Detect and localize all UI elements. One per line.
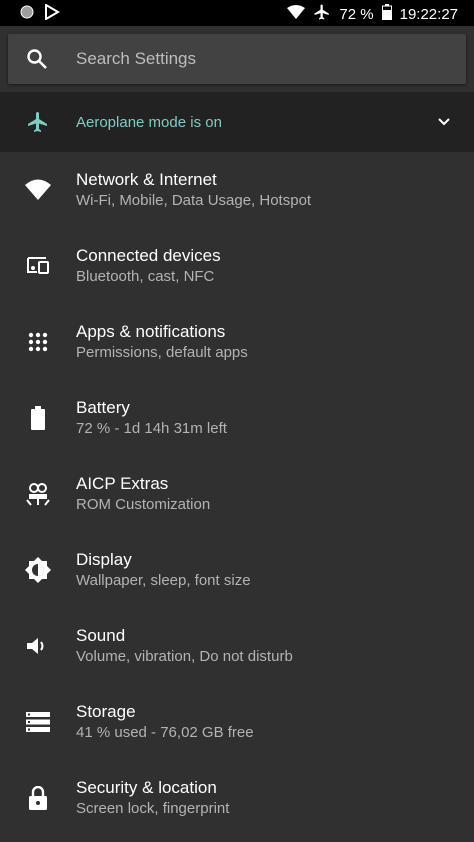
item-title: Display [76, 550, 132, 569]
apps-grid-icon [0, 332, 76, 352]
settings-item-security[interactable]: Security & location Screen lock, fingerp… [0, 760, 474, 836]
item-subtitle: 41 % used - 76,02 GB free [76, 724, 254, 741]
settings-list: Network & Internet Wi-Fi, Mobile, Data U… [0, 152, 474, 836]
item-subtitle: Permissions, default apps [76, 344, 248, 361]
item-subtitle: Wallpaper, sleep, font size [76, 572, 251, 589]
battery-status-icon [381, 4, 392, 24]
settings-item-storage[interactable]: Storage 41 % used - 76,02 GB free [0, 684, 474, 760]
airplane-mode-card[interactable]: Aeroplane mode is on [0, 92, 474, 152]
battery-icon [0, 406, 76, 430]
clock: 19:22:27 [399, 5, 458, 23]
item-subtitle: Bluetooth, cast, NFC [76, 268, 215, 285]
settings-item-display[interactable]: Display Wallpaper, sleep, font size [0, 532, 474, 608]
item-title: Battery [76, 398, 130, 417]
settings-item-battery[interactable]: Battery 72 % - 1d 14h 31m left [0, 380, 474, 456]
search-icon [8, 47, 66, 71]
item-title: Network & Internet [76, 170, 217, 189]
item-subtitle: Volume, vibration, Do not disturb [76, 648, 293, 665]
wifi-status-icon [287, 5, 306, 23]
record-icon [20, 5, 34, 24]
aicp-icon [0, 482, 76, 506]
item-title: Storage [76, 702, 136, 721]
settings-item-connected-devices[interactable]: Connected devices Bluetooth, cast, NFC [0, 228, 474, 304]
settings-item-aicp-extras[interactable]: AICP Extras ROM Customization [0, 456, 474, 532]
item-subtitle: Wi-Fi, Mobile, Data Usage, Hotspot [76, 192, 312, 209]
search-placeholder[interactable]: Search Settings [76, 49, 196, 69]
item-subtitle: ROM Customization [76, 496, 211, 513]
battery-percent: 72 % [339, 5, 374, 23]
settings-item-sound[interactable]: Sound Volume, vibration, Do not disturb [0, 608, 474, 684]
brightness-icon [0, 557, 76, 583]
devices-icon [0, 255, 76, 277]
item-title: Apps & notifications [76, 322, 226, 341]
status-bar: 72 % 19:22:27 [0, 0, 474, 26]
storage-icon [0, 712, 76, 732]
search-bar[interactable]: Search Settings [8, 34, 466, 84]
settings-item-apps[interactable]: Apps & notifications Permissions, defaul… [0, 304, 474, 380]
airplane-mode-label: Aeroplane mode is on [76, 113, 222, 131]
play-store-icon [44, 3, 60, 25]
item-title: Sound [76, 626, 126, 645]
chevron-down-icon[interactable] [414, 114, 474, 130]
item-title: AICP Extras [76, 474, 169, 493]
settings-item-network[interactable]: Network & Internet Wi-Fi, Mobile, Data U… [0, 152, 474, 228]
airplane-status-icon [313, 3, 331, 25]
wifi-icon [0, 179, 76, 201]
item-title: Security & location [76, 778, 217, 797]
lock-icon [0, 786, 76, 810]
item-subtitle: Screen lock, fingerprint [76, 800, 230, 817]
item-subtitle: 72 % - 1d 14h 31m left [76, 420, 227, 437]
airplane-icon [0, 110, 76, 134]
item-title: Connected devices [76, 246, 221, 265]
volume-icon [0, 636, 76, 656]
